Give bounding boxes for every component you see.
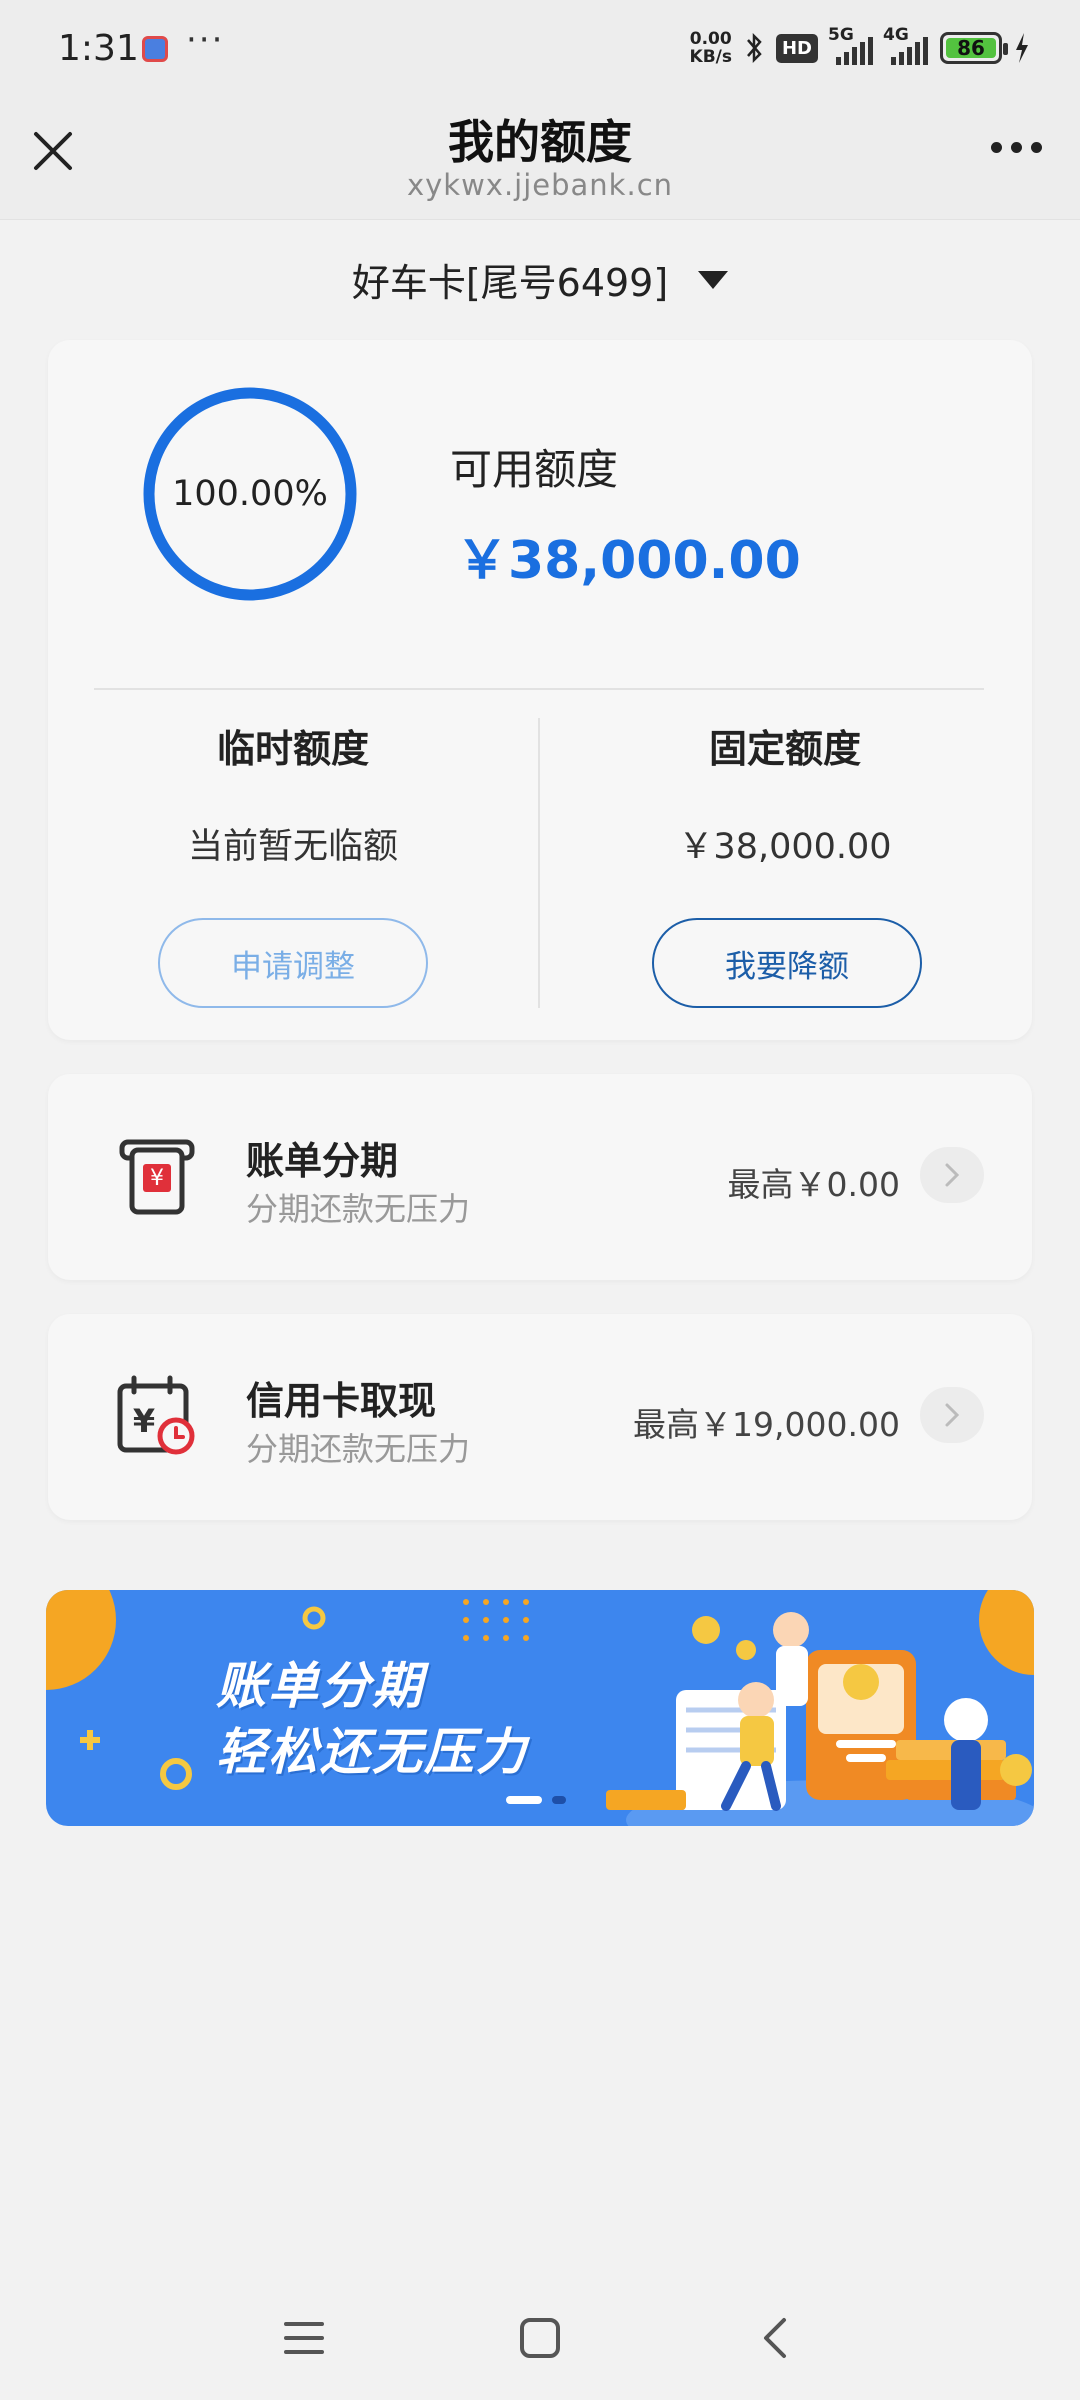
promo-banner[interactable]: 账单分期 轻松还无压力 <box>46 1590 1034 1826</box>
signal-4g-icon: 4G <box>883 25 928 65</box>
usage-percent: 100.00% <box>172 474 328 514</box>
row-max-amount: 最高￥0.00 <box>727 1165 900 1204</box>
network-speed: 0.00 KB/s <box>690 30 732 66</box>
fixed-limit-title: 固定额度 <box>708 727 861 771</box>
app-notification-icon <box>142 36 168 62</box>
home-icon[interactable] <box>512 2310 568 2366</box>
available-limit-amount: ￥38,000.00 <box>456 531 801 591</box>
row-title: 信用卡取现 <box>246 1379 437 1423</box>
status-right-group: 0.00 KB/s HD 5G 4G 86 <box>690 25 1030 68</box>
page-title: 我的额度 <box>448 115 632 169</box>
pagination-dot-active <box>506 1796 542 1804</box>
status-time: 1:31 <box>58 28 139 69</box>
charging-icon <box>1016 33 1028 63</box>
row-subtitle: 分期还款无压力 <box>246 1190 471 1228</box>
cash-withdraw-row[interactable]: ¥ 信用卡取现 分期还款无压力 最高￥19,000.00 <box>48 1314 1032 1520</box>
signal-4g-label: 4G <box>883 25 909 45</box>
battery-level: 86 <box>946 36 996 60</box>
banner-illustration <box>46 1590 1034 1826</box>
hd-voice-icon: HD <box>775 33 818 63</box>
signal-5g-icon: 5G <box>828 25 873 65</box>
bill-installment-icon: ¥ <box>119 1139 195 1215</box>
apply-adjust-button[interactable]: 申请调整 <box>158 918 428 1008</box>
row-title: 账单分期 <box>246 1139 399 1183</box>
status-bar: 1:31 ··· 0.00 KB/s HD 5G 4G 86 <box>0 0 1080 96</box>
battery-icon: 86 <box>940 32 1008 64</box>
page-url: xykwx.jjebank.cn <box>406 168 674 202</box>
signal-5g-label: 5G <box>828 25 854 45</box>
bluetooth-icon <box>747 32 762 64</box>
back-icon[interactable] <box>748 2310 804 2366</box>
system-nav-bar <box>0 2274 1080 2400</box>
network-speed-value: 0.00 <box>689 29 732 49</box>
cash-withdraw-calendar-icon: ¥ <box>117 1375 195 1455</box>
title-bar: 我的额度 xykwx.jjebank.cn <box>0 96 1080 220</box>
svg-text:¥: ¥ <box>133 1402 155 1440</box>
bill-installment-row[interactable]: ¥ 账单分期 分期还款无压力 最高￥0.00 <box>48 1074 1032 1280</box>
chevron-right-icon[interactable] <box>920 1147 984 1203</box>
svg-text:¥: ¥ <box>150 1166 164 1191</box>
card-selector-label: 好车卡[尾号6499] <box>351 261 669 305</box>
recent-apps-icon[interactable] <box>276 2310 332 2366</box>
pagination-dot <box>552 1796 566 1804</box>
limit-card: 100.00% 可用额度 ￥38,000.00 临时额度 当前暂无临额 申请调整… <box>48 340 1032 1040</box>
more-notifications-icon: ··· <box>186 20 225 60</box>
card-selector[interactable]: 好车卡[尾号6499] <box>0 252 1080 307</box>
divider <box>94 688 984 690</box>
reduce-limit-button[interactable]: 我要降额 <box>652 918 922 1008</box>
chevron-right-icon[interactable] <box>920 1387 984 1443</box>
banner-pagination <box>506 1796 566 1804</box>
temporary-limit-title: 临时额度 <box>216 727 369 771</box>
row-subtitle: 分期还款无压力 <box>246 1430 471 1468</box>
network-speed-unit: KB/s <box>689 47 732 67</box>
fixed-limit-value: ￥38,000.00 <box>678 827 892 867</box>
banner-subheadline: 轻松还无压力 <box>216 1723 528 1781</box>
available-limit-label: 可用额度 <box>450 445 619 494</box>
more-options-icon[interactable] <box>991 142 1042 153</box>
temporary-limit-value: 当前暂无临额 <box>187 827 398 867</box>
row-max-amount: 最高￥19,000.00 <box>633 1405 900 1444</box>
banner-headline: 账单分期 <box>216 1657 424 1715</box>
chevron-down-icon <box>698 270 729 289</box>
